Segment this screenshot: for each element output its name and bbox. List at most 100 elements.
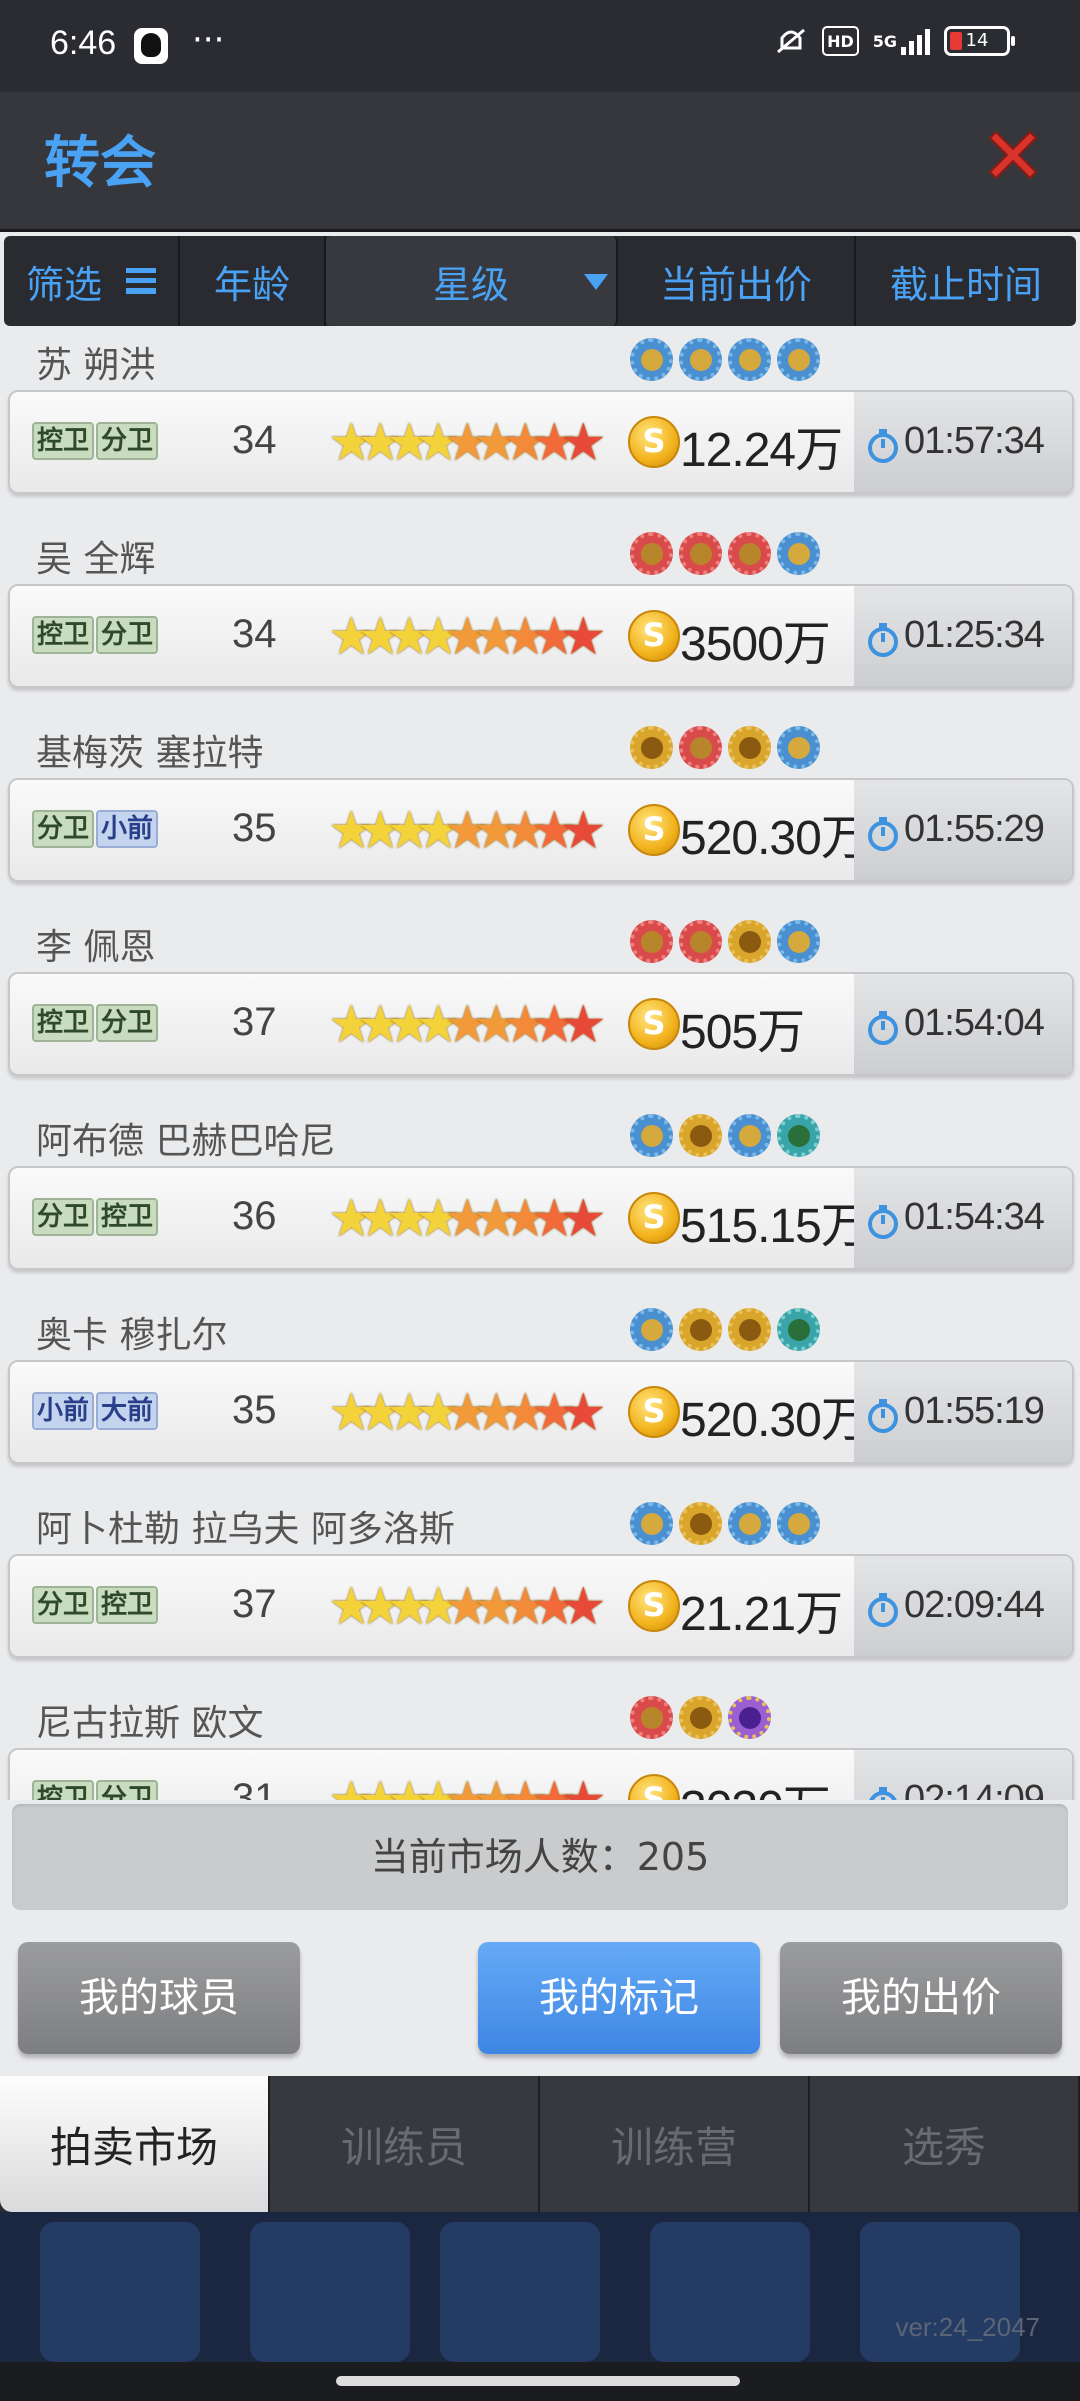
- skill-badges: [630, 726, 820, 769]
- position-badge: 控卫: [32, 1004, 95, 1042]
- player-row[interactable]: 基梅茨 塞拉特 分卫 小前 35 ★ ★ ★ ★ ★ ★ ★ ★ ★ S 520.30万 01:…: [8, 720, 1074, 900]
- hd-badge: HD: [822, 26, 859, 56]
- player-row[interactable]: 奥卡 穆扎尔 小前 大前 35 ★ ★ ★ ★ ★ ★ ★ ★ ★ S 520.30万 01:5…: [8, 1302, 1074, 1482]
- skill-badge-icon: [728, 1696, 771, 1739]
- star-rating: ★★★★★★★★★: [328, 1384, 607, 1442]
- player-card[interactable]: 控卫 分卫 34 ★ ★ ★ ★ ★ ★ ★ ★ ★ S 3500万 01:25:34: [8, 584, 1074, 688]
- skill-badge-icon: [679, 920, 722, 963]
- sort-tab-bid[interactable]: 当前出价: [618, 236, 856, 326]
- bg-menu-icon: [440, 2222, 600, 2362]
- skill-badge-icon: [630, 1114, 673, 1157]
- close-icon[interactable]: [982, 124, 1044, 186]
- skill-badge-icon: [777, 726, 820, 769]
- current-bid: 520.30万: [680, 1394, 869, 1447]
- current-bid: 3500万: [680, 618, 831, 671]
- tab-draft[interactable]: 选秀: [810, 2076, 1080, 2212]
- current-bid: 505万: [680, 1006, 805, 1059]
- sort-tab-deadline[interactable]: 截止时间: [856, 236, 1076, 326]
- filter-label: 筛选: [25, 262, 102, 307]
- my-marks-button[interactable]: 我的标记: [478, 1942, 760, 2054]
- star-rating: ★★★★★★★★★: [328, 1578, 607, 1636]
- position-badge: 分卫: [96, 1004, 159, 1042]
- deadline-box: 02:09:44: [854, 1556, 1072, 1656]
- deadline-time: 01:54:34: [904, 1196, 1045, 1238]
- skill-badge-icon: [777, 1114, 820, 1157]
- player-row[interactable]: 尼古拉斯 欧文 控卫 分卫 31 ★★★★★★★★★ S 3030万 02:14…: [8, 1690, 1074, 1800]
- player-name: 尼古拉斯 欧文: [36, 1703, 264, 1744]
- current-bid: 520.30万: [680, 812, 869, 865]
- sort-tab-stars[interactable]: 星级: [326, 236, 618, 326]
- position-badge: 控卫: [96, 1198, 159, 1236]
- skill-badge-icon: [630, 338, 673, 381]
- skill-badges: [630, 1502, 820, 1545]
- skill-badge-icon: [679, 726, 722, 769]
- my-players-button[interactable]: 我的球员: [18, 1942, 300, 2054]
- sort-tab-stars-label: 星级: [432, 262, 509, 307]
- player-card[interactable]: 控卫 分卫 31 ★★★★★★★★★ S 3030万 02:14:09: [8, 1748, 1074, 1800]
- mute-vibrate-icon: [774, 26, 808, 56]
- coin-icon: S: [628, 1386, 680, 1438]
- player-name: 基梅茨 塞拉特: [36, 733, 264, 774]
- player-card[interactable]: 分卫 控卫 36 ★ ★ ★ ★ ★ ★ ★ ★ ★ S 515.15万 01:54:34: [8, 1166, 1074, 1270]
- star-icon: ★: [560, 1189, 607, 1249]
- player-name: 吴 全辉: [36, 539, 156, 580]
- deadline-box: 01:25:34: [854, 586, 1072, 686]
- skill-badge-icon: [728, 532, 771, 575]
- player-card[interactable]: 分卫 小前 35 ★ ★ ★ ★ ★ ★ ★ ★ ★ S 520.30万 01:55:29: [8, 778, 1074, 882]
- player-age: 34: [232, 418, 277, 462]
- player-list[interactable]: 苏 朔洪 控卫 分卫 34 ★ ★ ★ ★ ★ ★ ★ ★ ★ S 12.24万 01:57:3…: [0, 332, 1080, 1800]
- skill-badges: [630, 1114, 820, 1157]
- status-bar: 6:46 ··· HD 5G 14: [0, 0, 1080, 92]
- position-badge: 控卫: [32, 1780, 95, 1800]
- player-card[interactable]: 控卫 分卫 34 ★ ★ ★ ★ ★ ★ ★ ★ ★ S 12.24万 01:57:34: [8, 390, 1074, 494]
- stopwatch-icon: [868, 623, 898, 657]
- deadline-box: 01:55:29: [854, 780, 1072, 880]
- more-notifications: ···: [192, 20, 225, 60]
- player-row[interactable]: 苏 朔洪 控卫 分卫 34 ★ ★ ★ ★ ★ ★ ★ ★ ★ S 12.24万 01:57:3…: [8, 332, 1074, 512]
- player-name: 李 佩恩: [36, 927, 156, 968]
- skill-badges: [630, 1696, 771, 1739]
- player-row[interactable]: 吴 全辉 控卫 分卫 34 ★ ★ ★ ★ ★ ★ ★ ★ ★ S 3500万 01:25:34: [8, 526, 1074, 706]
- player-row[interactable]: 阿布德 巴赫巴哈尼 分卫 控卫 36 ★ ★ ★ ★ ★ ★ ★ ★ ★ S 515.15万 0…: [8, 1108, 1074, 1288]
- skill-badge-icon: [630, 1308, 673, 1351]
- player-age: 37: [232, 1582, 277, 1626]
- filter-tab[interactable]: 筛选: [4, 236, 180, 326]
- tab-training-camp[interactable]: 训练营: [540, 2076, 810, 2212]
- skill-badges: [630, 920, 820, 963]
- tab-auction-market[interactable]: 拍卖市场: [0, 2076, 270, 2212]
- player-age: 31: [232, 1776, 277, 1800]
- deadline-box: 01:55:19: [854, 1362, 1072, 1462]
- deadline-time: 01:55:29: [904, 808, 1045, 850]
- player-card[interactable]: 小前 大前 35 ★ ★ ★ ★ ★ ★ ★ ★ ★ S 520.30万 01:55:19: [8, 1360, 1074, 1464]
- current-bid: 21.21万: [680, 1588, 843, 1641]
- deadline-time: 01:55:19: [904, 1390, 1045, 1432]
- bg-menu-icon: [250, 2222, 410, 2362]
- sort-tab-deadline-label: 截止时间: [889, 262, 1042, 307]
- player-name: 阿卜杜勒 拉乌夫 阿多洛斯: [36, 1509, 455, 1550]
- transfer-panel: 筛选 年龄 星级 当前出价 截止时间 苏 朔洪 控卫 分卫 34 ★ ★ ★ ★ ★ ★ ★…: [0, 232, 1080, 2212]
- coin-icon: S: [628, 998, 680, 1050]
- current-bid: 515.15万: [680, 1200, 869, 1253]
- player-row[interactable]: 李 佩恩 控卫 分卫 37 ★ ★ ★ ★ ★ ★ ★ ★ ★ S 505万 01:54:04: [8, 914, 1074, 1094]
- deadline-box: 01:54:04: [854, 974, 1072, 1074]
- status-time: 6:46: [50, 24, 117, 62]
- qq-icon: [134, 28, 168, 64]
- star-rating: ★★★★★★★★★: [328, 608, 607, 666]
- player-age: 34: [232, 612, 277, 656]
- bg-menu-icon: [650, 2222, 810, 2362]
- sort-tab-age[interactable]: 年龄: [180, 236, 326, 326]
- player-row[interactable]: 阿卜杜勒 拉乌夫 阿多洛斯 分卫 控卫 37 ★ ★ ★ ★ ★ ★ ★ ★ ★ S 21.21…: [8, 1496, 1074, 1676]
- home-indicator[interactable]: [336, 2376, 740, 2386]
- tab-trainers[interactable]: 训练员: [270, 2076, 540, 2212]
- my-bids-button[interactable]: 我的出价: [780, 1942, 1062, 2054]
- deadline-time: 01:25:34: [904, 614, 1045, 656]
- player-name: 苏 朔洪: [36, 345, 156, 386]
- player-age: 35: [232, 1388, 277, 1432]
- coin-icon: S: [628, 610, 680, 662]
- player-card[interactable]: 控卫 分卫 37 ★ ★ ★ ★ ★ ★ ★ ★ ★ S 505万 01:54:04: [8, 972, 1074, 1076]
- skill-badge-icon: [777, 338, 820, 381]
- player-age: 35: [232, 806, 277, 850]
- player-card[interactable]: 分卫 控卫 37 ★ ★ ★ ★ ★ ★ ★ ★ ★ S 21.21万 02:09:44: [8, 1554, 1074, 1658]
- deadline-box: 01:57:34: [854, 392, 1072, 492]
- stopwatch-icon: [868, 1011, 898, 1045]
